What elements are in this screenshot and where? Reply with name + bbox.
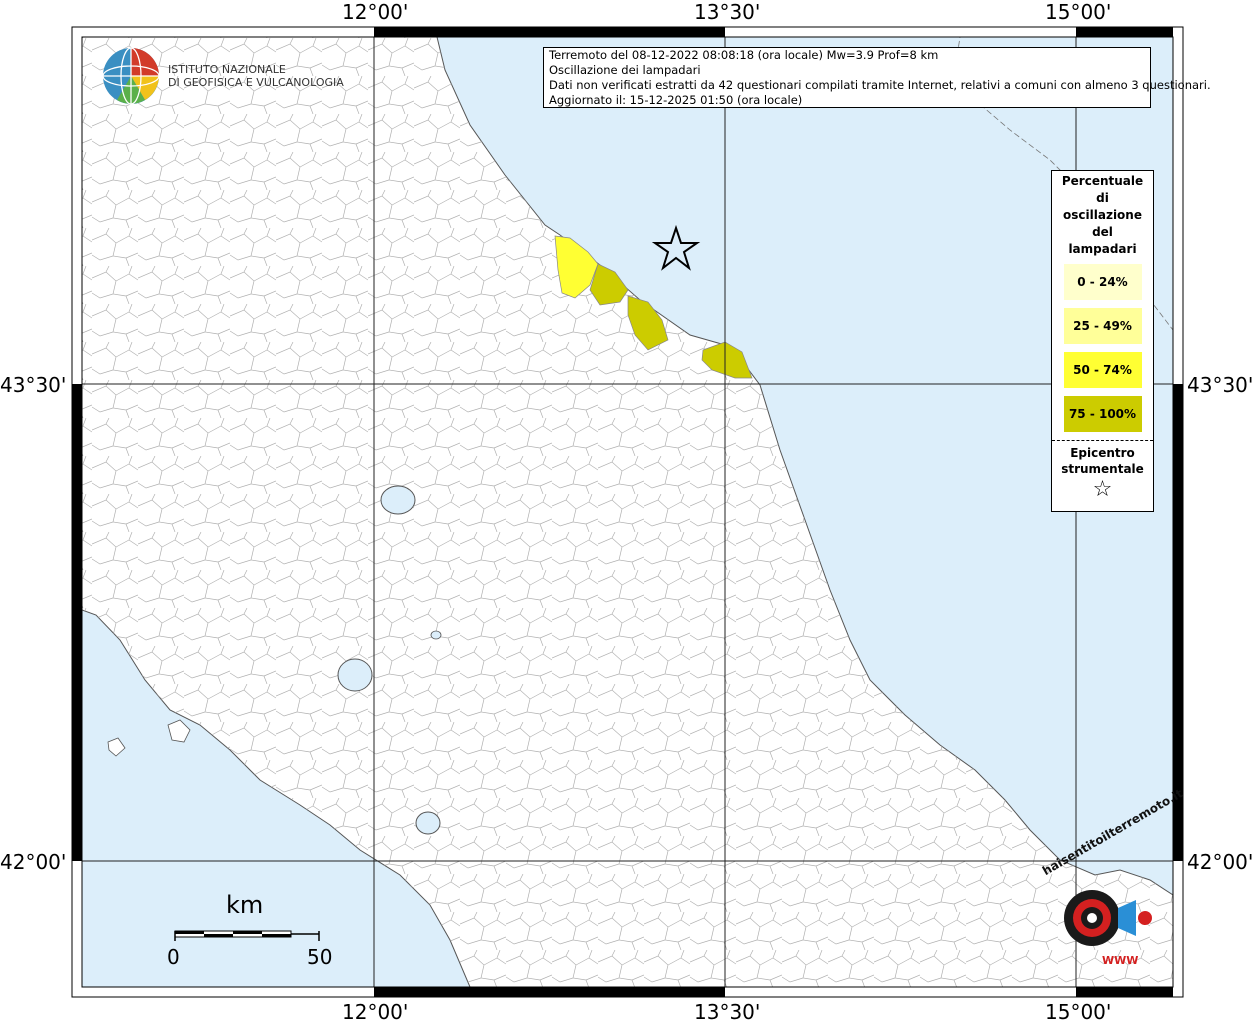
scale-min-label: 0 <box>167 945 180 969</box>
legend-separator <box>1052 440 1153 441</box>
lake-trasimeno <box>380 485 416 515</box>
legend-item-0-24: 0 - 24% <box>1063 264 1142 300</box>
event-updated: Aggiornato il: 15-12-2025 01:50 (ora loc… <box>549 93 803 107</box>
lon-label-bottom-13-30: 13°30' <box>694 1000 761 1024</box>
lon-label-bottom-15: 15°00' <box>1045 1000 1112 1024</box>
lon-label-top-13-30: 13°30' <box>694 0 761 24</box>
lake-small <box>430 630 442 640</box>
logo-text: ISTITUTO NAZIONALE DI GEOFISICA E VULCAN… <box>168 63 344 89</box>
lat-label-left-42: 42°00' <box>0 850 67 874</box>
legend-epicenter-label: Epicentro strumentale <box>1061 446 1144 476</box>
legend: Percentuale di oscillazione del lampadar… <box>1051 170 1154 512</box>
lat-label-left-43-30: 43°30' <box>0 373 67 397</box>
legend-item-50-74: 50 - 74% <box>1063 352 1142 388</box>
lake-bracciano <box>415 811 441 835</box>
legend-star-icon: ☆ <box>1092 477 1113 502</box>
lat-label-right-42: 42°00' <box>1187 850 1254 874</box>
scale-max-label: 50 <box>307 945 333 969</box>
globe-icon <box>102 47 160 105</box>
stamp-www: WWW <box>1102 954 1139 967</box>
ingv-logo: ISTITUTO NAZIONALE DI GEOFISICA E VULCAN… <box>100 45 344 107</box>
lon-label-bottom-12: 12°00' <box>342 1000 409 1024</box>
lake-bolsena <box>337 658 373 692</box>
event-subtitle: Oscillazione dei lampadari <box>549 63 701 77</box>
scale-unit: km <box>226 891 264 919</box>
legend-title: Percentuale di oscillazione del lampadar… <box>1061 174 1144 256</box>
legend-item-75-100: 75 - 100% <box>1063 396 1142 432</box>
legend-item-25-49: 25 - 49% <box>1063 308 1142 344</box>
event-title: Terremoto del 08-12-2022 08:08:18 (ora l… <box>549 48 939 62</box>
hai-sentito-stamp: haisentitoilterremoto.it WWW <box>1032 786 1185 984</box>
lat-label-right-43-30: 43°30' <box>1187 373 1254 397</box>
lon-label-top-15: 15°00' <box>1045 0 1112 24</box>
event-info-box: Terremoto del 08-12-2022 08:08:18 (ora l… <box>543 47 1211 108</box>
lon-label-top-12: 12°00' <box>342 0 409 24</box>
event-data-note: Dati non verificati estratti da 42 quest… <box>549 78 1211 92</box>
